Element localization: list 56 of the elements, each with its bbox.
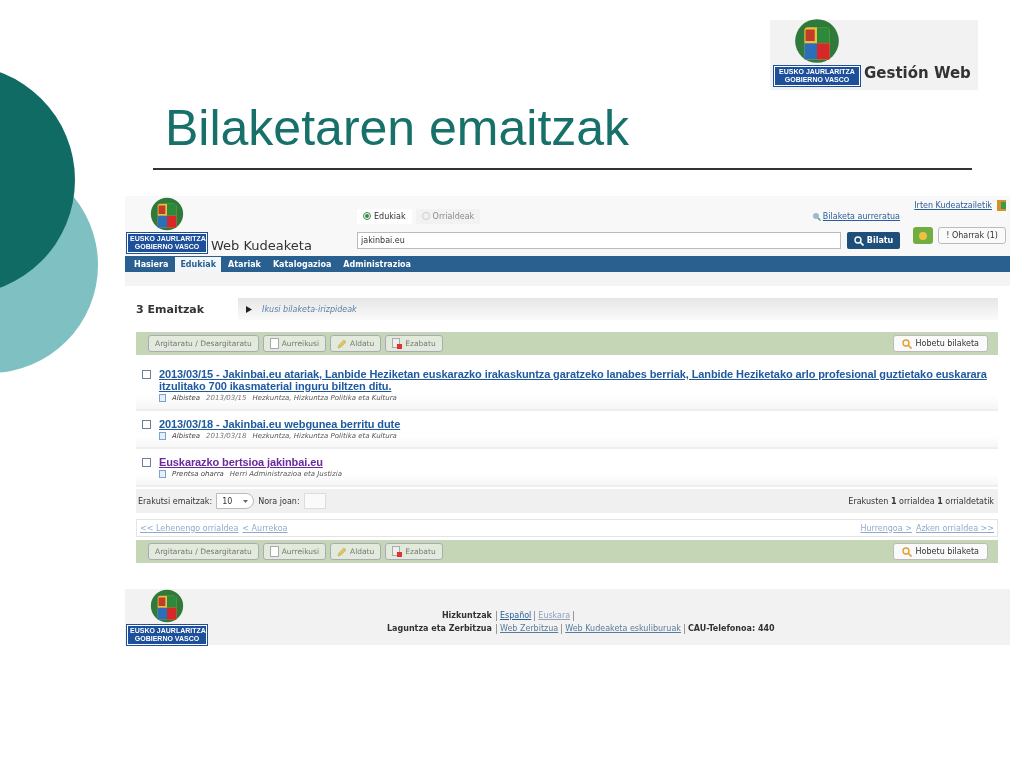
languages-label: Hizkuntzak bbox=[440, 611, 492, 620]
goto-field[interactable] bbox=[303, 493, 326, 509]
nav-tab[interactable]: Hasiera bbox=[129, 257, 174, 272]
advanced-search-link[interactable]: Bilaketa aurreratua bbox=[822, 211, 900, 221]
door-icon bbox=[997, 200, 1006, 211]
pencil-icon bbox=[337, 338, 348, 349]
search-field[interactable]: jakinbai.eu bbox=[357, 232, 842, 249]
results-count: 3 Emaitzak bbox=[136, 302, 205, 316]
coat-of-arms-icon bbox=[150, 589, 184, 625]
nav-tab[interactable]: Administrazioa bbox=[338, 257, 416, 272]
expand-arrow-icon[interactable] bbox=[246, 305, 253, 313]
refine-search-button[interactable]: Hobetu bilaketa bbox=[892, 335, 988, 352]
refine-search-button[interactable]: Hobetu bilaketa bbox=[892, 543, 988, 560]
page-icon bbox=[269, 338, 279, 349]
speaker-button[interactable] bbox=[913, 227, 934, 244]
result-title-link[interactable]: Euskarazko bertsioa jakinbai.eu bbox=[159, 456, 342, 468]
document-icon bbox=[159, 470, 166, 478]
dropdown-caret-icon bbox=[243, 499, 249, 503]
page-size-label: Erakutsi emaitzak: bbox=[138, 496, 213, 506]
checkbox[interactable] bbox=[142, 370, 151, 379]
app-name: Web Kudeaketa bbox=[211, 238, 312, 253]
delete-icon bbox=[392, 338, 403, 349]
nav-tab[interactable]: Katalogazioa bbox=[267, 257, 337, 272]
language-link[interactable]: Español bbox=[499, 611, 532, 620]
scope-radio[interactable]: Orrialdeak bbox=[415, 208, 481, 224]
document-icon bbox=[159, 432, 166, 440]
search-button[interactable]: Bilatu bbox=[847, 232, 900, 249]
document-icon bbox=[159, 394, 166, 402]
search-icon bbox=[853, 235, 864, 246]
result-title-link[interactable]: 2013/03/18 - Jakinbai.eu webgunea berritu dute bbox=[159, 418, 401, 430]
criteria-toggle-link[interactable]: Ikusi bilaketa-irizpideak bbox=[262, 304, 357, 314]
pencil-icon bbox=[337, 546, 348, 557]
checkbox[interactable] bbox=[142, 420, 151, 429]
help-label: Laguntza eta Zerbitzua bbox=[387, 624, 492, 633]
nav-tab[interactable]: Atariak bbox=[223, 257, 266, 272]
page-status: Erakusten 1 orrialdea 1 orrialdetatik bbox=[848, 496, 994, 506]
search-icon bbox=[901, 546, 912, 557]
result-title-link[interactable]: 2013/03/15 - Jakinbai.eu atariak, Lanbide Heziketan euskarazko irakaskuntza garatzeko lanabes berriak, Lanbide Heziketako arlo profesional guztietako euskarara itzulitako 700 ikasmaterial inguru biltzen ditu. bbox=[159, 368, 998, 392]
page-icon bbox=[269, 546, 279, 557]
nav-tab[interactable]: Edukiak bbox=[175, 257, 222, 272]
help-link[interactable]: Web Kudeaketa eskuliburuak bbox=[565, 624, 681, 633]
page-size-select[interactable]: 10 bbox=[216, 493, 255, 509]
magnifier-icon bbox=[811, 211, 821, 221]
scope-radio[interactable]: Edukiak bbox=[357, 208, 412, 224]
coat-of-arms-icon bbox=[150, 197, 184, 233]
coat-of-arms-icon bbox=[794, 17, 840, 66]
phone-number: CAU-Telefonoa: 440 bbox=[687, 624, 775, 633]
search-icon bbox=[901, 338, 912, 349]
checkbox[interactable] bbox=[142, 458, 151, 467]
delete-icon bbox=[392, 546, 403, 557]
help-link[interactable]: Web Zerbitzua bbox=[499, 624, 559, 633]
logout-link[interactable]: Irten Kudeatzailetik bbox=[914, 201, 992, 210]
notes-button[interactable]: ! Oharrak (1) bbox=[938, 227, 1006, 244]
slide-title: Bilaketaren emaitzak bbox=[165, 99, 631, 158]
goto-label: Nora joan: bbox=[258, 496, 300, 506]
product-name: Gestión Web bbox=[864, 64, 971, 82]
